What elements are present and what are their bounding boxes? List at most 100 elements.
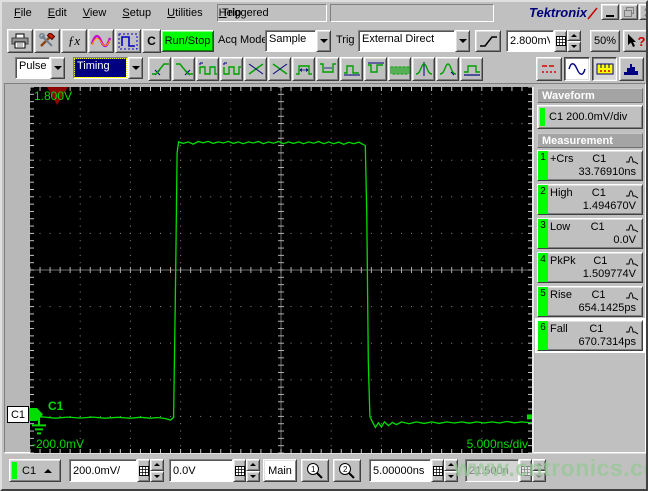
meas-pulse-peak-button[interactable] [412, 57, 435, 81]
zoom1-number: 1 [311, 465, 316, 474]
top-voltage-label: 1.800V [34, 89, 73, 103]
zoom1-button[interactable]: 1 [301, 459, 329, 482]
pulse-glyph-icon [626, 258, 639, 267]
meas-burst-width-button[interactable] [388, 57, 411, 81]
meas-neg-width-button[interactable] [316, 57, 339, 81]
meas-neg-crossing-button[interactable] [268, 57, 291, 81]
measurement-name: Fall [550, 323, 568, 335]
rising-slope-icon [480, 36, 497, 47]
trigger-source-select[interactable]: External Direct [358, 30, 470, 52]
toolbar-measurements: Pulse Timing [2, 55, 646, 83]
channel-trace-label: C1 [48, 399, 64, 413]
meas-pulse-base-button[interactable] [460, 57, 483, 81]
measurement-value: 33.76910ns [578, 166, 637, 178]
vertical-scale-spinner[interactable] [150, 459, 164, 482]
menu-file[interactable]: File [6, 2, 40, 24]
channel-marker-arrow-icon[interactable] [29, 406, 44, 423]
measure-category-dropdown-button[interactable] [50, 57, 65, 79]
meas-neg-duty-button[interactable] [364, 57, 387, 81]
pulse-glyph-icon [626, 224, 639, 233]
meas-pos-crossing-button[interactable] [244, 57, 267, 81]
tools-icon [39, 33, 56, 47]
measurement-row[interactable]: 3 Low C1 0.0V [537, 218, 643, 249]
horizontal-scale-fieldbox [369, 459, 431, 482]
run-stop-button[interactable]: Run/Stop [161, 30, 214, 52]
channel-select-button[interactable]: C1 [9, 459, 61, 482]
print-button[interactable] [7, 29, 33, 53]
measurement-source: C1 [592, 153, 607, 165]
frequency-icon [222, 62, 241, 75]
waveform-header: Waveform [537, 88, 643, 103]
measurement-source: C1 [589, 323, 604, 335]
histogram-display-button[interactable] [619, 57, 644, 81]
clear-button[interactable]: C [142, 29, 161, 53]
meas-fall-time-button[interactable] [172, 57, 195, 81]
meas-period-button[interactable] [196, 57, 219, 81]
print-icon [11, 33, 29, 49]
clear-icon: C [147, 34, 156, 48]
status-panel-empty [330, 4, 494, 22]
waveform-icon [91, 34, 111, 48]
measurement-row[interactable]: 5 Rise C1 654.1425ps [537, 286, 643, 317]
meas-pulse-shape-button[interactable] [436, 57, 459, 81]
toolbar-main: ƒx C Run/Stop Acq Mode Sample Trig Exter… [2, 26, 646, 55]
meas-rise-time-button[interactable] [148, 57, 171, 81]
waveform-display-button[interactable] [564, 57, 590, 81]
measure-subcategory-select[interactable]: Timing [73, 57, 143, 79]
spin-down-icon[interactable] [567, 41, 581, 52]
menu-items: File Edit View Setup Utilities Help [6, 2, 249, 24]
menu-setup[interactable]: Setup [114, 2, 159, 24]
restore-icon [624, 7, 634, 17]
trigger-level-spinner[interactable] [567, 30, 581, 52]
measure-category-select[interactable]: Pulse [15, 57, 65, 79]
acq-mode-dropdown-button[interactable] [316, 30, 331, 52]
menu-view[interactable]: View [75, 2, 115, 24]
trigger-level-keypad-button[interactable] [554, 30, 567, 52]
measurement-row[interactable]: 1 +Crs C1 33.76910ns [537, 150, 643, 181]
vertical-offset-keypad-button[interactable] [233, 459, 246, 482]
measurement-row[interactable]: 6 Fall C1 670.7314ps [535, 318, 645, 353]
zoom2-button[interactable]: 2 [333, 459, 361, 482]
readout-display-button[interactable] [592, 57, 617, 81]
trigger-source-dropdown-button[interactable] [455, 30, 470, 52]
spin-up-icon[interactable] [567, 30, 581, 41]
negative-duty-icon [367, 62, 384, 73]
utility-tools-button[interactable] [34, 29, 60, 53]
cursors-display-button[interactable] [536, 57, 562, 81]
meas-frequency-button[interactable] [220, 57, 243, 81]
vertical-setup-button[interactable] [115, 29, 141, 53]
waveform-database-button[interactable] [88, 29, 114, 53]
math-icon: ƒx [67, 33, 81, 48]
horizontal-scale-field[interactable] [370, 460, 430, 481]
close-button[interactable] [639, 4, 646, 20]
measurement-row[interactable]: 2 High C1 1.494670V [537, 184, 643, 215]
measurement-row[interactable]: 4 PkPk C1 1.509774V [537, 252, 643, 283]
measure-subcategory-dropdown-button[interactable] [128, 57, 143, 79]
trigger-level-50pct-button[interactable]: 50% [590, 30, 620, 52]
vertical-offset-spinner[interactable] [246, 459, 260, 482]
acq-mode-select[interactable]: Sample [265, 30, 331, 52]
trigger-slope-button[interactable] [475, 30, 501, 52]
acq-mode-value: Sample [265, 30, 316, 52]
channel-marker-box[interactable]: C1 [7, 406, 29, 423]
positive-duty-icon [343, 65, 360, 76]
vertical-scale-keypad-button[interactable] [137, 459, 150, 482]
context-help-button[interactable]: ? [623, 30, 646, 52]
meas-pos-duty-button[interactable] [340, 57, 363, 81]
vertical-scale-field[interactable] [70, 460, 136, 481]
meas-pos-width-button[interactable] [292, 57, 315, 81]
trigger-level-field[interactable] [507, 31, 553, 51]
menu-utilities[interactable]: Utilities [159, 2, 210, 24]
math-button[interactable]: ƒx [61, 29, 87, 53]
waveform-channel-label: C1 200.0mV/div [549, 111, 628, 123]
graticule[interactable]: 1.800V -200.0mV 5.000ns/div C1 [30, 87, 534, 453]
minimize-button[interactable] [601, 4, 619, 20]
chevron-down-icon [131, 66, 140, 70]
waveform-channel-button[interactable]: C1 200.0mV/div [537, 105, 643, 129]
menu-edit[interactable]: Edit [40, 2, 75, 24]
restore-button[interactable] [620, 4, 638, 20]
horizontal-scale-keypad-button[interactable] [431, 459, 444, 482]
vertical-scale-fieldbox [69, 459, 137, 482]
horizontal-view-button[interactable]: Main [263, 459, 297, 482]
vertical-offset-field[interactable] [170, 460, 232, 481]
